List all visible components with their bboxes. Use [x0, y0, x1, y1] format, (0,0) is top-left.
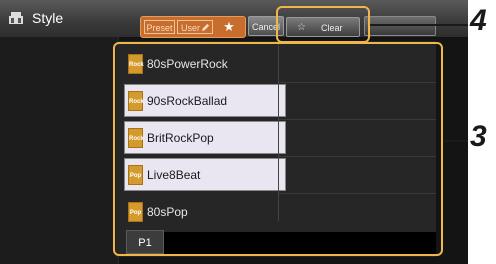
- callout-number-4: 4: [470, 4, 487, 37]
- left-panel: [0, 37, 119, 264]
- callout-4-leader: [370, 24, 468, 26]
- style-list-callout: [113, 42, 443, 256]
- clear-button-callout: [276, 6, 370, 43]
- header-button-right[interactable]: [364, 16, 436, 36]
- pencil-icon: [201, 23, 210, 32]
- title-bar: Style Preset User ★ Cancel ☆ Clear: [0, 0, 468, 38]
- tab-user-label: User: [181, 23, 201, 33]
- tab-preset[interactable]: Preset: [144, 20, 175, 34]
- tab-favorite[interactable]: ★: [216, 19, 242, 35]
- tab-user[interactable]: User: [177, 20, 213, 34]
- bank-tab-group: Preset User ★: [140, 16, 246, 38]
- style-icon: [9, 12, 23, 24]
- callout-number-3: 3: [470, 120, 487, 153]
- page-title: Style: [32, 10, 64, 26]
- callout-3-leader: [443, 140, 468, 142]
